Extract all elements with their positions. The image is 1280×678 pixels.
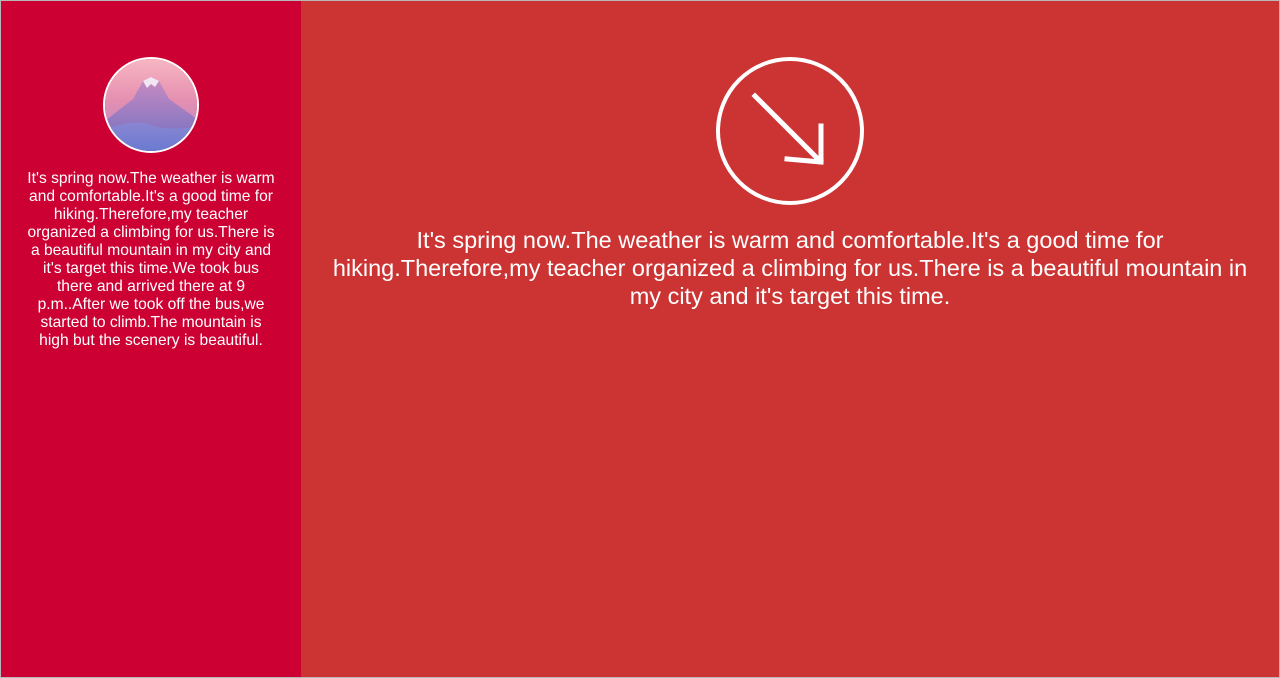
page-frame: It's spring now.The weather is warm and … xyxy=(0,0,1280,678)
sidebar-description: It's spring now.The weather is warm and … xyxy=(27,170,275,349)
main-description: It's spring now.The weather is warm and … xyxy=(332,227,1248,309)
main-content: It's spring now.The weather is warm and … xyxy=(301,1,1279,677)
arrow-down-right-circle-icon[interactable] xyxy=(715,56,865,206)
mountain-image xyxy=(105,59,197,151)
sidebar: It's spring now.The weather is warm and … xyxy=(1,1,301,677)
avatar xyxy=(103,57,199,153)
